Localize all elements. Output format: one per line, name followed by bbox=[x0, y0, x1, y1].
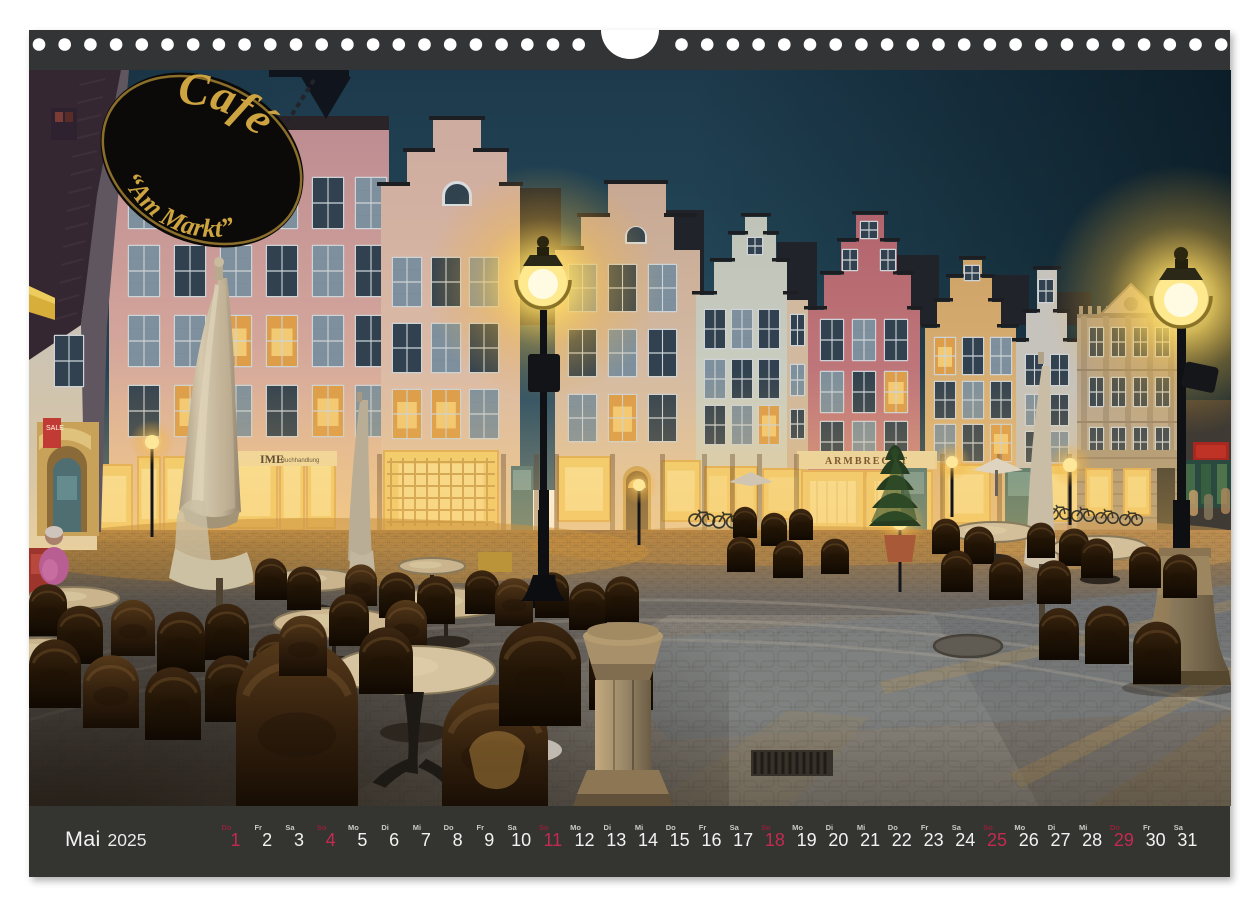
svg-text:SALE: SALE bbox=[46, 425, 64, 432]
